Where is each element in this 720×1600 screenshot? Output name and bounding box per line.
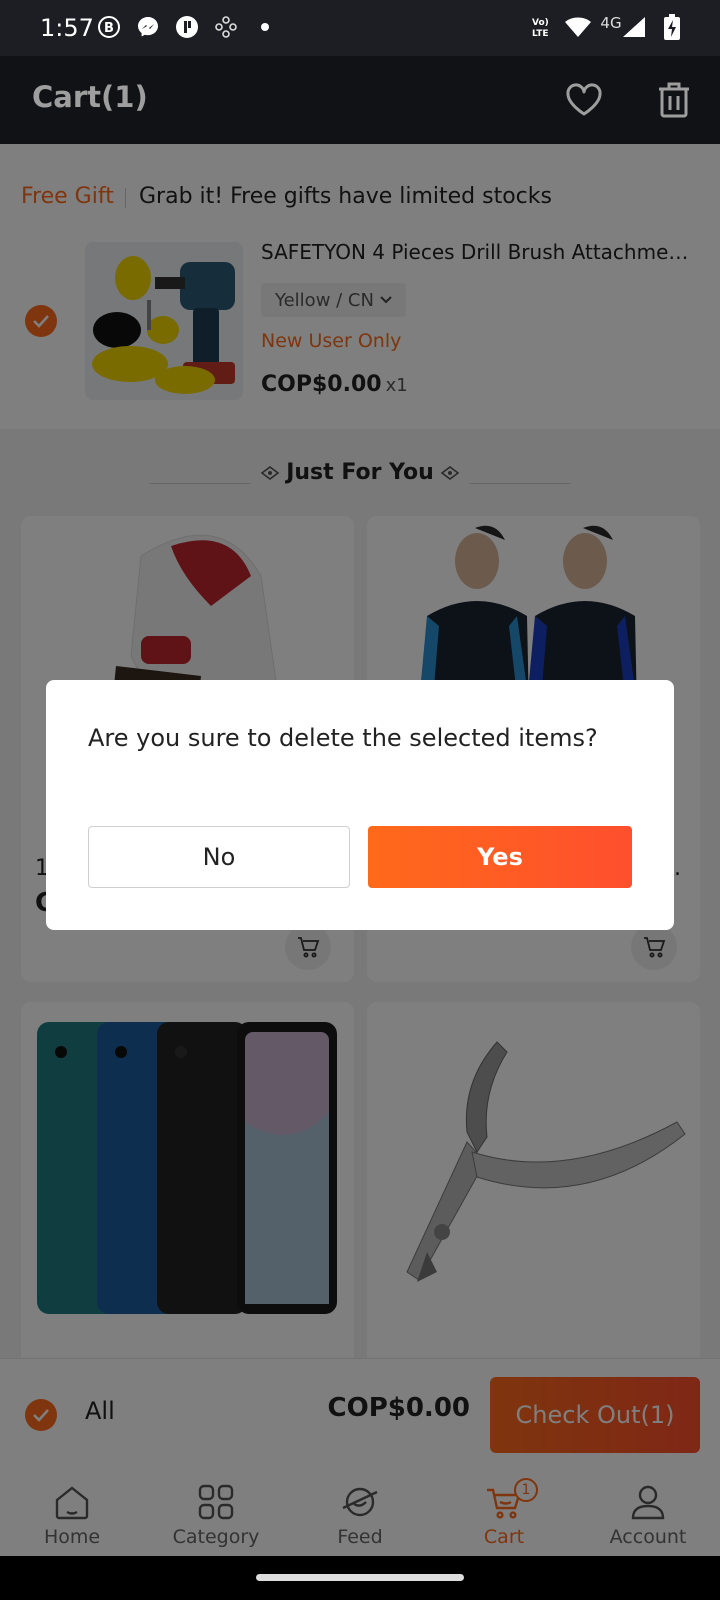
dialog-message: Are you sure to delete the selected item… xyxy=(88,724,598,752)
yes-button[interactable]: Yes xyxy=(368,826,632,888)
home-gesture-handle[interactable] xyxy=(256,1574,464,1581)
svg-text:Vo): Vo) xyxy=(532,18,549,28)
wifi-icon xyxy=(563,14,593,40)
modal-scrim-header[interactable] xyxy=(0,56,720,144)
svg-text:LTE: LTE xyxy=(532,29,549,39)
puzzle-icon xyxy=(213,14,239,40)
status-time: 1:57 xyxy=(40,14,94,42)
signal-icon xyxy=(620,14,648,40)
no-button[interactable]: No xyxy=(88,826,350,888)
battery-charging-icon xyxy=(662,14,682,40)
messenger-icon xyxy=(135,14,161,40)
dot-icon xyxy=(258,14,272,40)
b-notification-icon: B xyxy=(96,14,122,40)
svg-text:B: B xyxy=(104,21,114,36)
volte-icon: Vo) LTE xyxy=(530,14,558,40)
gesture-bar xyxy=(0,1556,720,1600)
status-bar: 1:57 B Vo) LTE 4G xyxy=(0,0,720,56)
delete-confirm-dialog: Are you sure to delete the selected item… xyxy=(46,680,674,930)
app-notification-icon xyxy=(174,14,200,40)
